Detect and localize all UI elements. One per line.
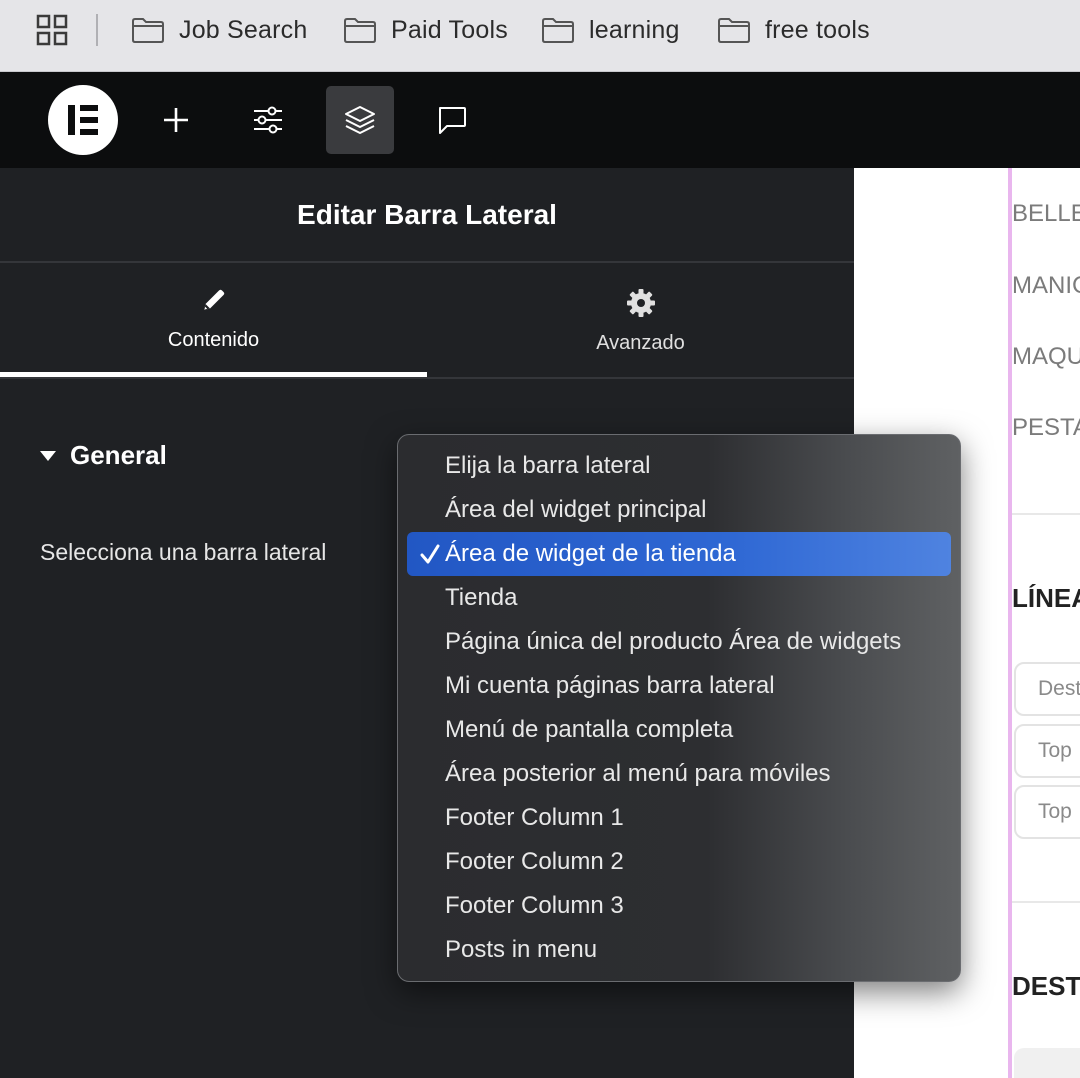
add-element-button[interactable] bbox=[142, 86, 210, 154]
dropdown-option[interactable]: Menú de pantalla completa bbox=[407, 708, 951, 752]
bookmark-label: learning bbox=[589, 15, 680, 44]
preview-divider bbox=[1012, 901, 1080, 903]
layers-icon bbox=[345, 106, 375, 134]
preview-chip-label: Dest bbox=[1038, 677, 1080, 700]
option-label: Footer Column 1 bbox=[445, 804, 624, 831]
add-icon bbox=[164, 108, 188, 132]
dropdown-option[interactable]: Área posterior al menú para móviles bbox=[407, 752, 951, 796]
bookmark-label: free tools bbox=[765, 15, 870, 44]
dropdown-option[interactable]: Área del widget principal bbox=[407, 488, 951, 532]
option-label: Footer Column 2 bbox=[445, 848, 624, 875]
option-label: Tienda bbox=[445, 584, 518, 611]
preview-chip-label: Top bbox=[1038, 800, 1072, 823]
panel-header: Editar Barra Lateral bbox=[0, 168, 854, 263]
checkmark-icon bbox=[420, 544, 440, 564]
bookmarks-bar: Job Search Paid Tools learning free tool… bbox=[0, 0, 1080, 72]
preview-menu-item[interactable]: MAQU bbox=[1012, 343, 1080, 371]
preview-chip[interactable]: Top bbox=[1014, 724, 1080, 778]
folder-icon bbox=[542, 18, 574, 43]
preview-divider bbox=[1012, 513, 1080, 515]
folder-icon bbox=[344, 18, 376, 43]
folder-icon bbox=[718, 18, 750, 43]
navigator-button[interactable] bbox=[326, 86, 394, 154]
dropdown-option[interactable]: Página única del producto Área de widget… bbox=[407, 620, 951, 664]
option-label: Área de widget de la tienda bbox=[445, 540, 736, 567]
dropdown-option[interactable]: Footer Column 2 bbox=[407, 840, 951, 884]
dropdown-option[interactable]: Tienda bbox=[407, 576, 951, 620]
option-label: Mi cuenta páginas barra lateral bbox=[445, 672, 775, 699]
sliders-icon bbox=[254, 106, 282, 134]
preview-chip[interactable]: Dest bbox=[1014, 662, 1080, 716]
apps-grid-icon[interactable] bbox=[36, 14, 68, 46]
dropdown-option[interactable]: Footer Column 3 bbox=[407, 884, 951, 928]
dropdown-option[interactable]: Elija la barra lateral bbox=[407, 444, 951, 488]
sidebar-select-label: Selecciona una barra lateral bbox=[40, 539, 327, 565]
option-label: Página única del producto Área de widget… bbox=[445, 628, 902, 655]
tab-label: Contenido bbox=[167, 329, 260, 351]
section-general-toggle[interactable]: General bbox=[40, 440, 167, 471]
dropdown-option-selected[interactable]: Área de widget de la tienda bbox=[407, 532, 951, 576]
preview-heading: LÍNEA bbox=[1012, 583, 1080, 613]
preview-menu-item[interactable]: BELLE bbox=[1012, 200, 1080, 228]
bookmark-job-search[interactable]: Job Search bbox=[131, 12, 307, 48]
tab-label: Avanzado bbox=[596, 331, 685, 354]
dropdown-option[interactable]: Mi cuenta páginas barra lateral bbox=[407, 664, 951, 708]
option-label: Posts in menu bbox=[445, 936, 598, 963]
bookmark-label: Job Search bbox=[179, 15, 308, 44]
panel-tabs: Contenido Avanzado bbox=[0, 265, 854, 379]
preview-section-border bbox=[1008, 168, 1012, 1078]
bookmark-label: Paid Tools bbox=[391, 15, 508, 44]
bookmarks-separator bbox=[96, 14, 98, 46]
preview-menu-item[interactable]: PESTA bbox=[1012, 414, 1080, 442]
dropdown-option[interactable]: Posts in menu bbox=[407, 928, 951, 972]
site-settings-button[interactable] bbox=[234, 86, 302, 154]
preview-chip[interactable]: Top bbox=[1014, 785, 1080, 839]
option-label: Área posterior al menú para móviles bbox=[445, 760, 831, 787]
elementor-logo-icon[interactable] bbox=[48, 85, 118, 155]
editor-top-bar bbox=[0, 72, 1080, 168]
option-label: Elija la barra lateral bbox=[445, 452, 651, 479]
dropdown-option[interactable]: Footer Column 1 bbox=[407, 796, 951, 840]
preview-menu-item[interactable]: MANIC bbox=[1012, 272, 1080, 300]
option-label: Menú de pantalla completa bbox=[445, 716, 734, 743]
caret-down-icon bbox=[40, 450, 56, 461]
tab-avanzado[interactable]: Avanzado bbox=[427, 265, 854, 377]
gear-icon bbox=[626, 288, 655, 317]
panel-title: Editar Barra Lateral bbox=[297, 198, 557, 230]
sidebar-select-dropdown[interactable]: Elija la barra lateral Área del widget p… bbox=[397, 434, 961, 982]
preview-chip bbox=[1014, 1048, 1080, 1078]
preview-heading: DEST bbox=[1012, 971, 1080, 1001]
bookmark-learning[interactable]: learning bbox=[541, 12, 680, 48]
bookmark-free-tools[interactable]: free tools bbox=[717, 12, 870, 48]
folder-icon bbox=[132, 18, 164, 43]
option-label: Área del widget principal bbox=[445, 496, 707, 523]
tab-contenido[interactable]: Contenido bbox=[0, 265, 427, 377]
option-label: Footer Column 3 bbox=[445, 892, 624, 919]
preview-chip-label: Top bbox=[1038, 739, 1072, 762]
bookmark-paid-tools[interactable]: Paid Tools bbox=[343, 12, 508, 48]
section-title: General bbox=[70, 440, 167, 470]
comments-button[interactable] bbox=[418, 86, 486, 154]
pencil-icon bbox=[203, 289, 224, 310]
comments-icon bbox=[439, 107, 466, 134]
